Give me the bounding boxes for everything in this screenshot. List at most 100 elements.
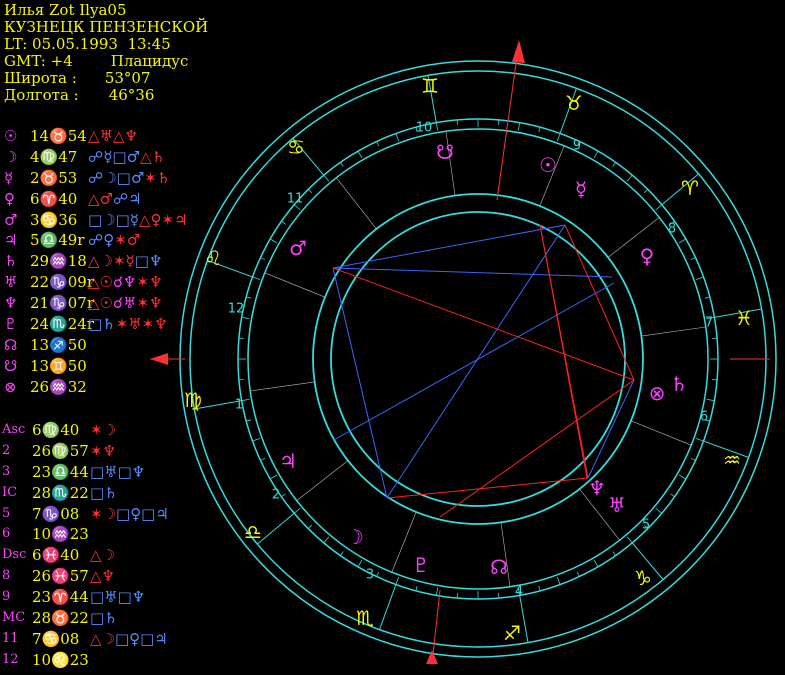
degree-tick bbox=[593, 559, 599, 568]
house-number: 2 bbox=[272, 488, 280, 503]
degree-tick bbox=[626, 174, 633, 182]
aspect-line bbox=[332, 267, 388, 499]
house-number: 8 bbox=[668, 222, 676, 237]
degree-tick bbox=[269, 474, 278, 480]
sign-divider bbox=[257, 512, 295, 545]
house-number: 9 bbox=[573, 139, 581, 154]
degree-tick bbox=[435, 587, 439, 596]
degree-tick bbox=[626, 536, 633, 544]
degree-tick bbox=[241, 316, 250, 320]
midheaven-axis bbox=[496, 41, 520, 201]
house-number: 7 bbox=[705, 316, 713, 331]
degree-tick bbox=[435, 122, 439, 131]
degree-tick bbox=[357, 559, 363, 568]
sign-sagittarius-icon: ♐ bbox=[503, 621, 521, 645]
asc-arrow-icon bbox=[150, 353, 168, 365]
degree-tick bbox=[308, 524, 313, 529]
sign-virgo-icon: ♍ bbox=[184, 388, 202, 412]
house-cusp-line bbox=[641, 326, 706, 337]
degree-tick bbox=[323, 536, 330, 544]
degree-tick bbox=[655, 204, 663, 211]
degree-tick bbox=[593, 150, 599, 159]
house-cusp-line bbox=[630, 420, 692, 446]
planet-south-node-icon: ☋ bbox=[436, 140, 454, 164]
degree-tick bbox=[246, 419, 252, 422]
planet-venus-icon: ♀ bbox=[640, 244, 655, 268]
planet-uranus-icon: ♅ bbox=[608, 493, 626, 517]
degree-tick bbox=[655, 507, 663, 514]
house-cusp-line bbox=[336, 177, 377, 230]
degree-tick bbox=[690, 457, 696, 461]
degree-tick bbox=[612, 551, 616, 556]
degree-tick bbox=[357, 150, 363, 159]
house-cusp-line bbox=[250, 381, 315, 392]
degree-tick bbox=[340, 551, 344, 556]
degree-tick bbox=[281, 221, 286, 225]
planet-jupiter-icon: ♃ bbox=[279, 449, 297, 473]
degree-tick bbox=[260, 457, 266, 461]
degree-tick bbox=[252, 437, 261, 442]
degree-tick bbox=[376, 571, 380, 577]
house-number: 3 bbox=[366, 568, 374, 583]
degree-tick bbox=[517, 122, 521, 131]
degree-tick bbox=[704, 296, 710, 299]
aspect-line bbox=[332, 267, 635, 381]
natal-wheel: ♊ ♉ ♈ ♓ ♒ ♑ ♐ ♏ ♎ ♍ ♌ ♋ 10 9 8 7 6 5 4 3 2 1 12 11 ☋ ☉ ☿ ♀ ⊗ ♄ ♆♅ ☊ ♇ ☽ ♃ ♂ bbox=[150, 40, 777, 665]
sign-leo-icon: ♌ bbox=[204, 246, 222, 270]
degree-tick bbox=[246, 296, 252, 299]
house-number: 10 bbox=[416, 121, 433, 136]
degree-tick bbox=[538, 585, 541, 591]
house-number: 1 bbox=[235, 398, 243, 413]
aspect-line bbox=[386, 224, 566, 499]
degree-tick bbox=[556, 133, 561, 142]
degree-tick bbox=[695, 437, 704, 442]
house-number: 5 bbox=[642, 518, 650, 533]
degree-tick bbox=[678, 238, 687, 244]
house-number: 11 bbox=[287, 192, 304, 207]
degree-tick bbox=[556, 576, 561, 585]
planet-neptune-icon: ♆ bbox=[588, 476, 606, 500]
sign-cancer-icon: ♋ bbox=[287, 135, 305, 159]
sign-gemini-icon: ♊ bbox=[421, 74, 439, 98]
planet-part-of-fortune-icon: ⊗ bbox=[649, 381, 666, 405]
planet-mercury-icon: ☿ bbox=[575, 177, 587, 201]
sign-aries-icon: ♈ bbox=[681, 176, 699, 200]
house-number: 4 bbox=[515, 585, 523, 600]
sign-divider bbox=[379, 584, 397, 630]
sign-scorpio-icon: ♏ bbox=[356, 606, 374, 630]
aspect-line bbox=[332, 224, 566, 269]
aspect-line bbox=[539, 224, 588, 479]
degree-tick bbox=[323, 174, 330, 182]
degree-tick bbox=[395, 133, 400, 142]
degree-tick bbox=[612, 162, 616, 167]
planet-pluto-icon: ♇ bbox=[412, 553, 430, 577]
degree-tick bbox=[678, 474, 687, 480]
degree-tick bbox=[376, 141, 380, 147]
mc-arrow-icon bbox=[512, 40, 525, 63]
planet-mars-icon: ♂ bbox=[289, 236, 307, 260]
planet-sun-icon: ☉ bbox=[539, 153, 557, 177]
planet-north-node-icon: ☊ bbox=[490, 555, 508, 579]
degree-tick bbox=[308, 189, 313, 194]
degree-tick bbox=[695, 276, 704, 281]
aspect-line bbox=[332, 267, 613, 278]
aspect-line bbox=[386, 477, 589, 499]
degree-tick bbox=[293, 507, 301, 514]
planet-saturn-icon: ♄ bbox=[670, 372, 688, 396]
house-number: 6 bbox=[700, 410, 708, 425]
degree-tick bbox=[395, 576, 400, 585]
planet-moon-icon: ☽ bbox=[346, 525, 364, 549]
degree-tick bbox=[260, 257, 266, 261]
house-number: 12 bbox=[228, 302, 245, 317]
degree-tick bbox=[281, 493, 286, 497]
degree-tick bbox=[269, 238, 278, 244]
degree-tick bbox=[538, 127, 541, 133]
house-cusp-line bbox=[296, 460, 349, 501]
degree-tick bbox=[252, 276, 261, 281]
sign-taurus-icon: ♉ bbox=[565, 91, 583, 115]
degree-tick bbox=[706, 398, 715, 402]
sign-aquarius-icon: ♒ bbox=[723, 448, 741, 472]
degree-tick bbox=[340, 162, 344, 167]
degree-tick bbox=[576, 571, 580, 577]
degree-tick bbox=[690, 257, 696, 261]
